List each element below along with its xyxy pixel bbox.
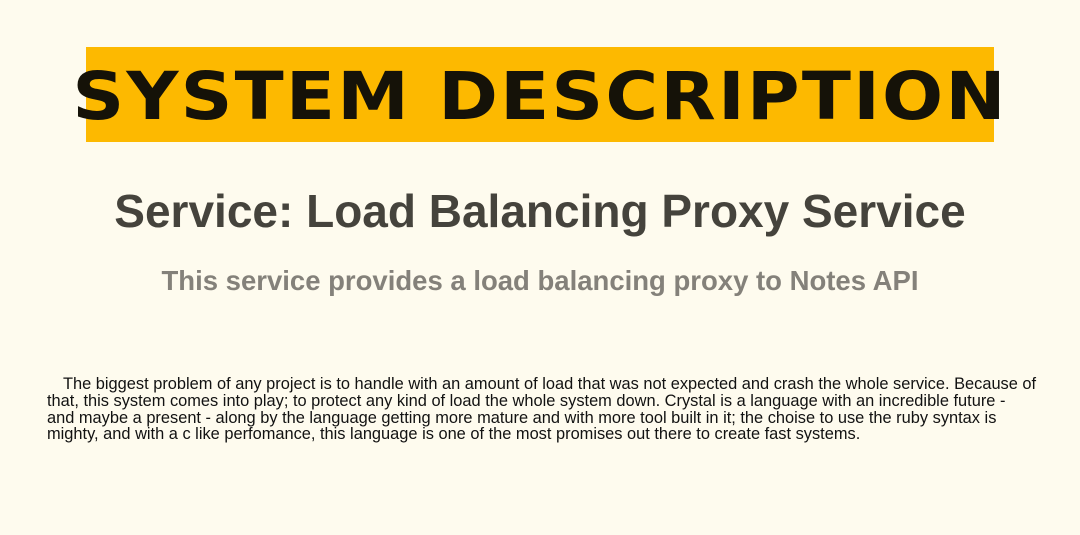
page: SYSTEM DESCRIPTION Service: Load Balanci… bbox=[0, 0, 1080, 535]
service-heading: Service: Load Balancing Proxy Service bbox=[114, 185, 966, 237]
description-paragraph: The biggest problem of any project is to… bbox=[47, 375, 1037, 444]
service-subtitle: This service provides a load balancing p… bbox=[161, 265, 919, 296]
title-banner: SYSTEM DESCRIPTION bbox=[72, 47, 1005, 142]
page-title: SYSTEM DESCRIPTION bbox=[72, 57, 1008, 135]
